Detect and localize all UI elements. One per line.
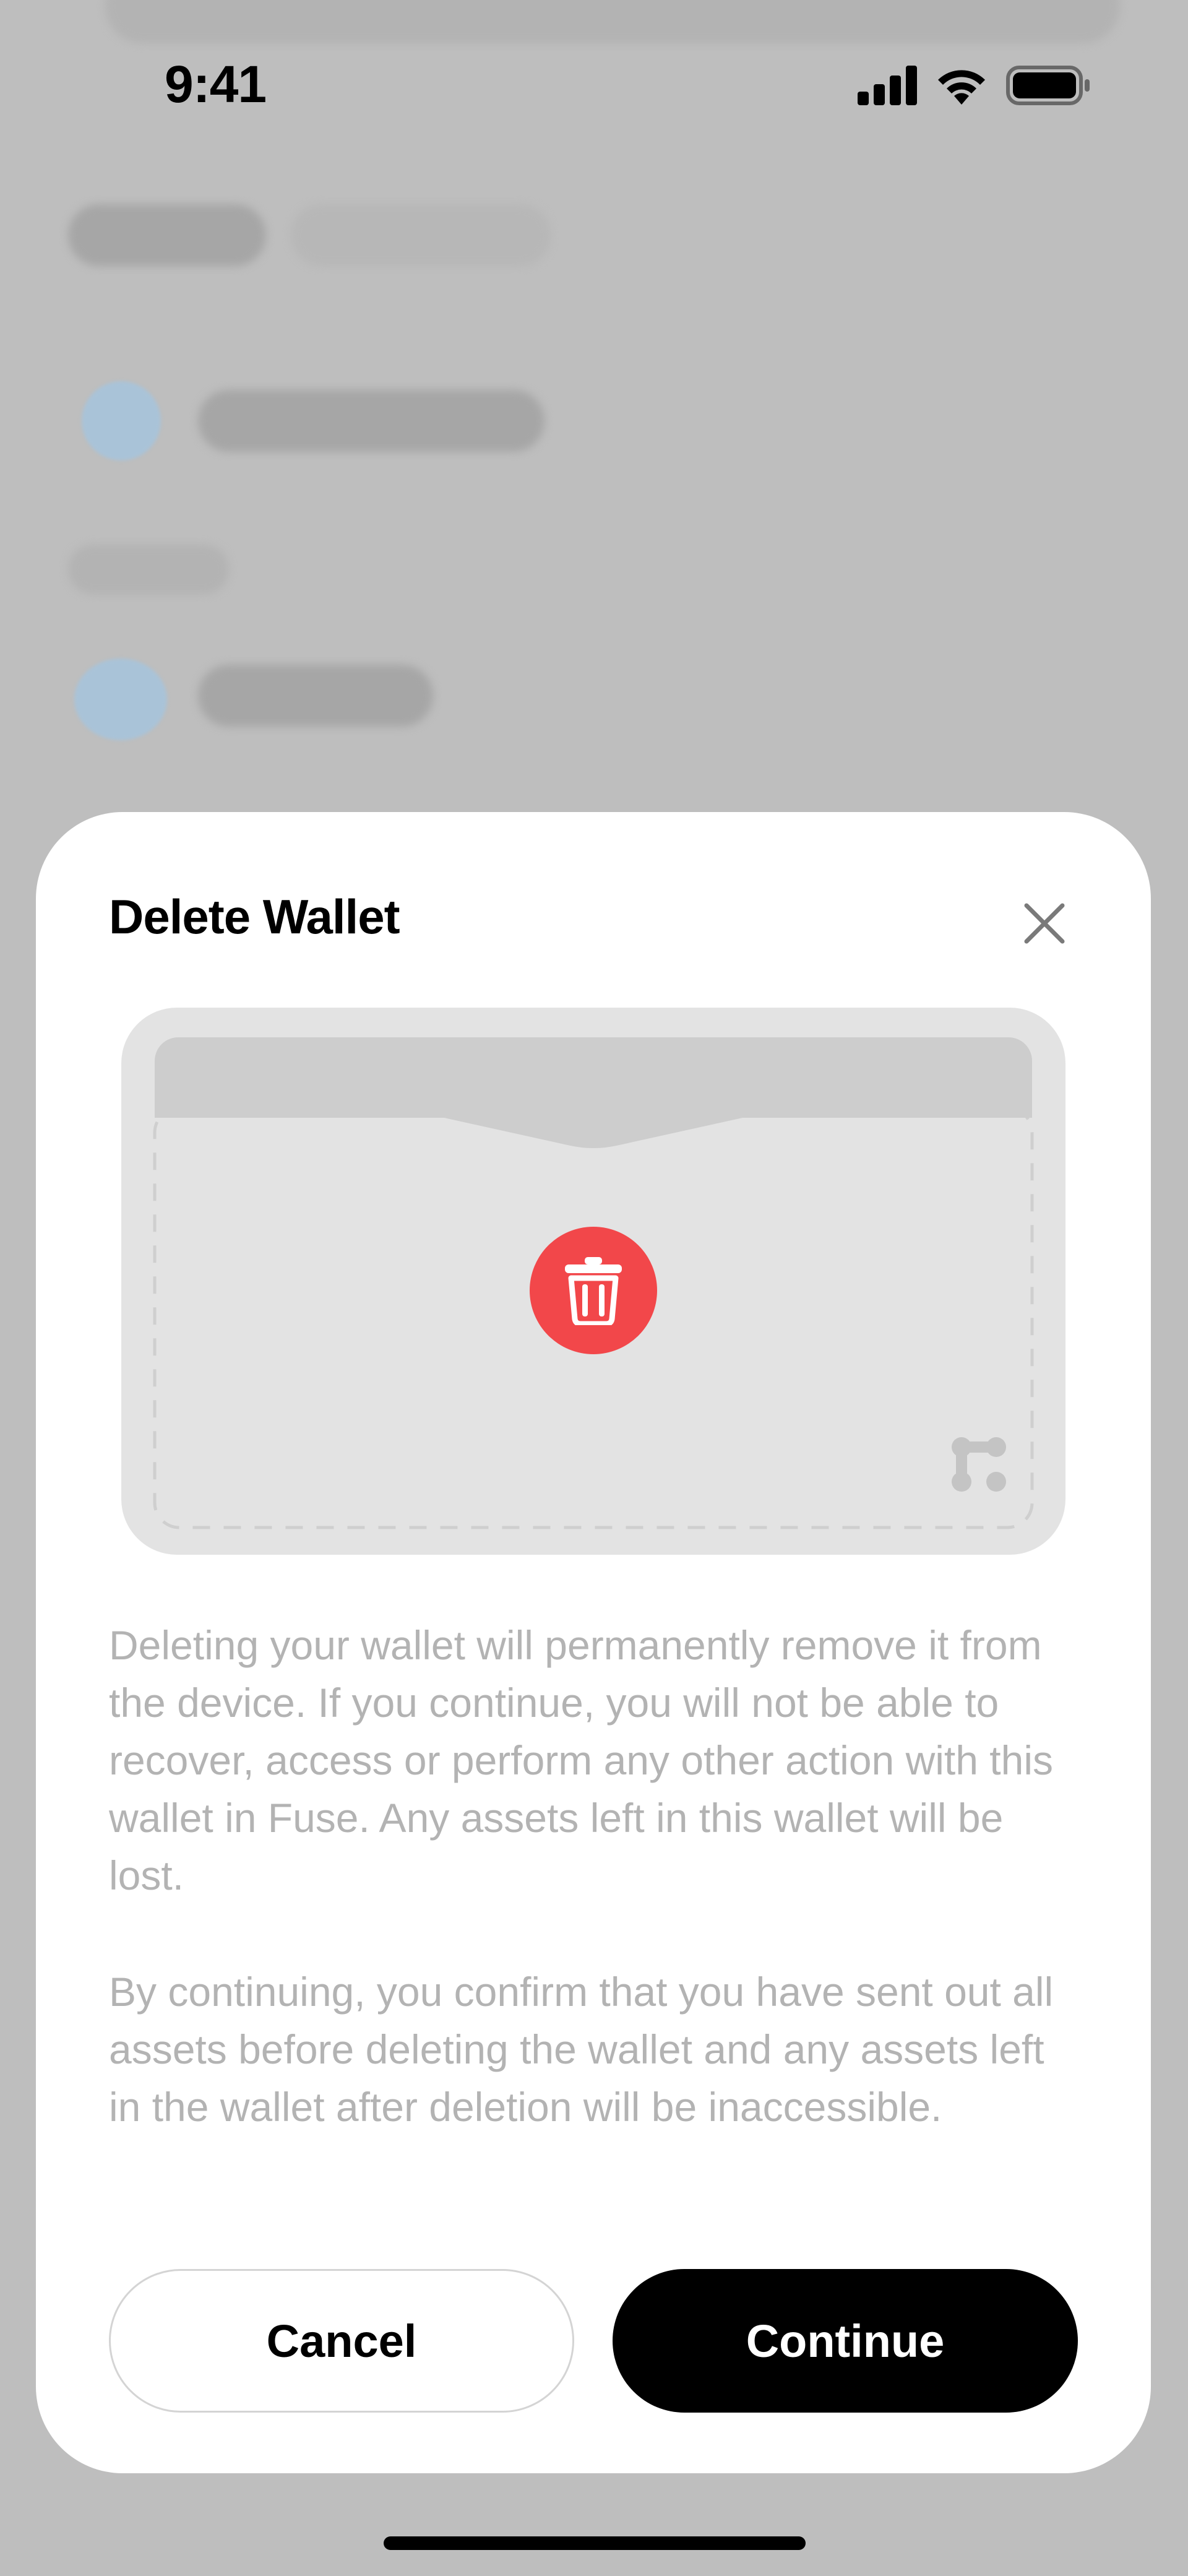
- trash-badge: [530, 1227, 657, 1354]
- blurred-wallet-name: [198, 390, 544, 452]
- cellular-signal-icon: [858, 66, 917, 105]
- blurred-section-label: [68, 545, 229, 594]
- close-icon: [1024, 903, 1065, 944]
- continue-button[interactable]: Continue: [613, 2269, 1078, 2413]
- fuse-logo-icon: [952, 1437, 1006, 1492]
- battery-icon: [1006, 66, 1090, 105]
- home-indicator: [384, 2536, 806, 2550]
- cancel-button[interactable]: Cancel: [109, 2269, 574, 2413]
- blurred-wallet-avatar: [82, 381, 161, 460]
- close-button[interactable]: [1007, 886, 1082, 961]
- wifi-icon: [938, 70, 985, 105]
- blurred-title: [68, 204, 266, 266]
- blurred-wallet-name: [198, 665, 433, 727]
- delete-wallet-sheet: Delete Wallet Deleting your wallet will …: [36, 812, 1151, 2473]
- warning-paragraph: Deleting your wallet will permanently re…: [109, 1622, 1053, 1898]
- wallet-illustration: [121, 1008, 1065, 1555]
- status-bar: 9:41: [0, 0, 1188, 161]
- sheet-title: Delete Wallet: [109, 889, 400, 944]
- blurred-wallet-avatar: [74, 659, 167, 740]
- blurred-subtitle: [291, 204, 551, 266]
- status-time: 9:41: [165, 55, 267, 113]
- confirmation-paragraph: By continuing, you confirm that you have…: [109, 1969, 1054, 2130]
- status-icons: [858, 66, 1090, 105]
- trash-icon: [565, 1257, 622, 1325]
